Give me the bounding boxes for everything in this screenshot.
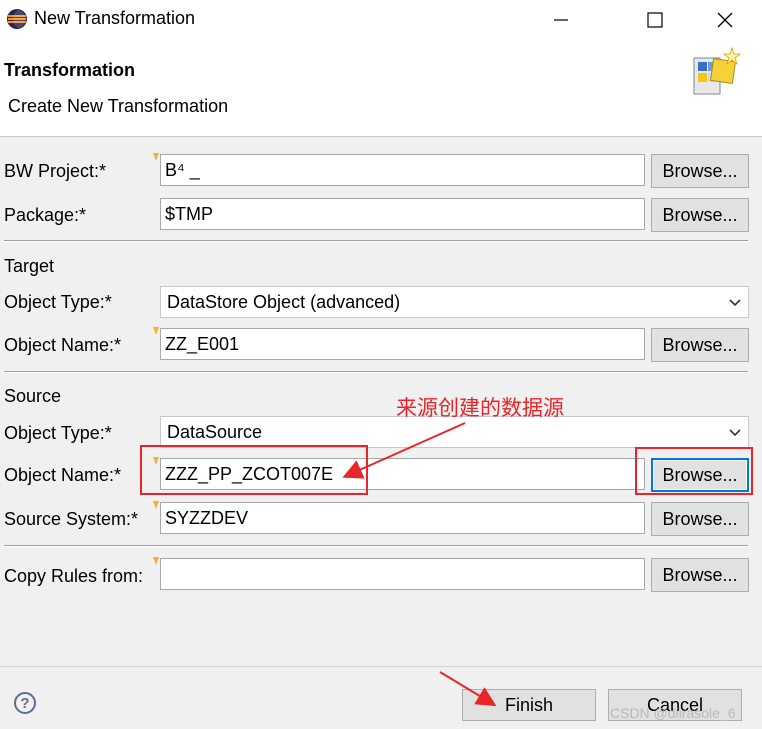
package-field[interactable]: $TMP: [160, 198, 645, 230]
target-object-name-browse-button[interactable]: Browse...: [651, 328, 749, 362]
maximize-icon: [647, 12, 663, 28]
window-title: New Transformation: [34, 8, 196, 28]
bw-project-label: BW Project:*: [4, 161, 107, 181]
separator: [4, 240, 748, 242]
package-label: Package:*: [4, 205, 87, 225]
required-marker-icon: [153, 501, 159, 509]
separator: [4, 371, 748, 373]
copy-rules-label: Copy Rules from:: [4, 566, 144, 586]
close-button[interactable]: [702, 4, 748, 36]
target-object-name-field[interactable]: ZZ_E001: [160, 328, 645, 360]
target-object-type-label: Object Type:*: [4, 292, 112, 312]
finish-button[interactable]: Finish: [462, 689, 596, 721]
copy-rules-field[interactable]: [160, 558, 645, 590]
help-icon[interactable]: ?: [14, 692, 36, 714]
highlight-box: [140, 445, 368, 495]
maximize-button[interactable]: [632, 4, 678, 36]
annotation-text: 来源创建的数据源: [396, 396, 564, 420]
highlight-box: [635, 447, 753, 495]
package-browse-button[interactable]: Browse...: [651, 198, 749, 232]
source-system-field[interactable]: SYZZDEV: [160, 502, 645, 534]
wizard-banner-icon: [693, 46, 742, 95]
minimize-button[interactable]: [538, 4, 584, 36]
target-object-name-label: Object Name:*: [4, 335, 122, 355]
close-icon: [717, 12, 733, 28]
separator: [4, 545, 748, 547]
eclipse-icon: [7, 9, 27, 29]
source-object-type-value: DataSource: [167, 422, 263, 442]
page-title: Transformation: [4, 60, 136, 80]
source-object-type-label: Object Type:*: [4, 423, 112, 443]
source-system-browse-button[interactable]: Browse...: [651, 502, 749, 536]
minimize-icon: [554, 19, 568, 21]
chevron-down-icon: [729, 429, 741, 437]
required-marker-icon: [153, 557, 159, 565]
target-object-type-select[interactable]: DataStore Object (advanced): [160, 286, 749, 318]
source-system-label: Source System:*: [4, 509, 139, 529]
copy-rules-browse-button[interactable]: Browse...: [651, 558, 749, 592]
target-object-type-value: DataStore Object (advanced): [167, 292, 401, 312]
required-marker-icon: [153, 327, 159, 335]
required-marker-icon: [153, 153, 159, 161]
page-subtitle: Create New Transformation: [8, 96, 229, 116]
watermark: CSDN @diirasole_6: [610, 705, 736, 721]
bw-project-field[interactable]: B⁴ _: [160, 154, 645, 186]
bw-project-browse-button[interactable]: Browse...: [651, 154, 749, 188]
source-object-name-label: Object Name:*: [4, 465, 122, 485]
source-heading: Source: [4, 386, 62, 406]
chevron-down-icon: [729, 299, 741, 307]
target-heading: Target: [4, 256, 55, 276]
